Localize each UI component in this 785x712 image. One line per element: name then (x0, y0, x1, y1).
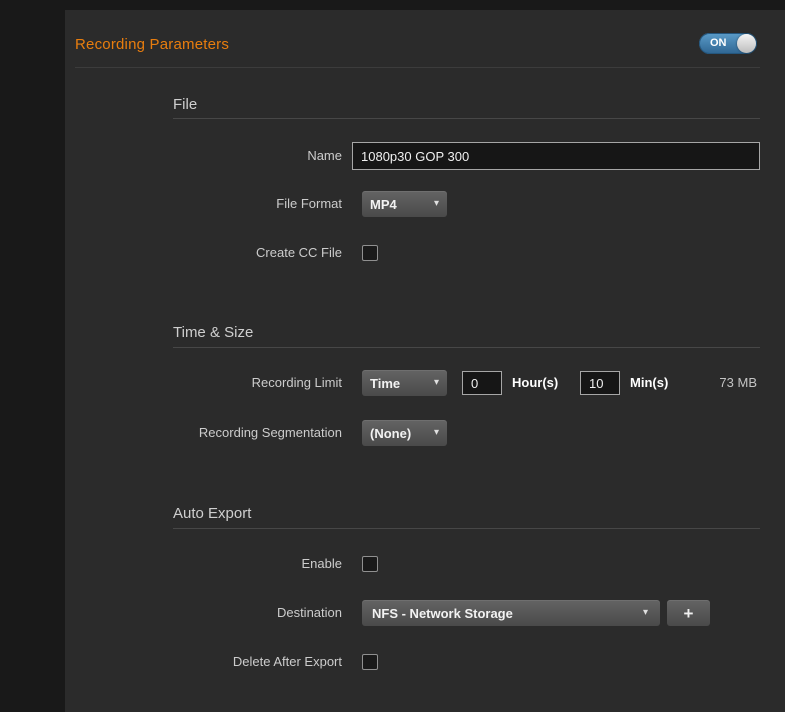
title-divider (75, 67, 760, 68)
create-cc-checkbox[interactable] (362, 245, 378, 261)
estimated-size-text: 73 MB (719, 375, 757, 390)
recording-segmentation-dropdown[interactable]: (None) ▾ (362, 420, 447, 446)
section-heading-file: File (173, 96, 197, 113)
section-heading-time-size: Time & Size (173, 324, 253, 341)
file-format-label: File Format (65, 196, 342, 211)
section-heading-auto-export: Auto Export (173, 505, 251, 522)
minutes-unit-label: Min(s) (630, 375, 668, 390)
recording-parameters-panel: Recording Parameters ON File Name File F… (65, 10, 785, 712)
enable-checkbox[interactable] (362, 556, 378, 572)
add-destination-button[interactable]: + (667, 600, 710, 626)
name-input[interactable] (352, 142, 760, 170)
auto-export-section-divider (173, 528, 760, 529)
recording-limit-mode-value: Time (370, 376, 400, 391)
minutes-input[interactable] (580, 371, 620, 395)
destination-dropdown[interactable]: NFS - Network Storage ▾ (362, 600, 660, 626)
file-format-value: MP4 (370, 197, 397, 212)
recording-segmentation-value: (None) (370, 426, 411, 441)
destination-label: Destination (65, 605, 342, 620)
recording-limit-mode-dropdown[interactable]: Time ▾ (362, 370, 447, 396)
destination-value: NFS - Network Storage (372, 606, 513, 621)
caret-down-icon: ▾ (643, 608, 648, 618)
create-cc-label: Create CC File (65, 245, 342, 260)
time-size-section-divider (173, 347, 760, 348)
recording-parameters-toggle[interactable]: ON (699, 33, 757, 54)
toggle-on-label: ON (710, 37, 727, 49)
caret-down-icon: ▾ (434, 428, 439, 438)
enable-label: Enable (65, 556, 342, 571)
recording-limit-label: Recording Limit (65, 375, 342, 390)
toggle-knob-icon (737, 34, 756, 53)
delete-after-export-label: Delete After Export (65, 654, 342, 669)
page-title: Recording Parameters (75, 36, 229, 53)
hours-unit-label: Hour(s) (512, 375, 558, 390)
file-section-divider (173, 118, 760, 119)
name-label: Name (65, 148, 342, 163)
recording-segmentation-label: Recording Segmentation (65, 425, 342, 440)
caret-down-icon: ▾ (434, 378, 439, 388)
caret-down-icon: ▾ (434, 199, 439, 209)
plus-icon: + (684, 605, 694, 622)
file-format-dropdown[interactable]: MP4 ▾ (362, 191, 447, 217)
hours-input[interactable] (462, 371, 502, 395)
page-background: Recording Parameters ON File Name File F… (0, 0, 785, 712)
delete-after-export-checkbox[interactable] (362, 654, 378, 670)
